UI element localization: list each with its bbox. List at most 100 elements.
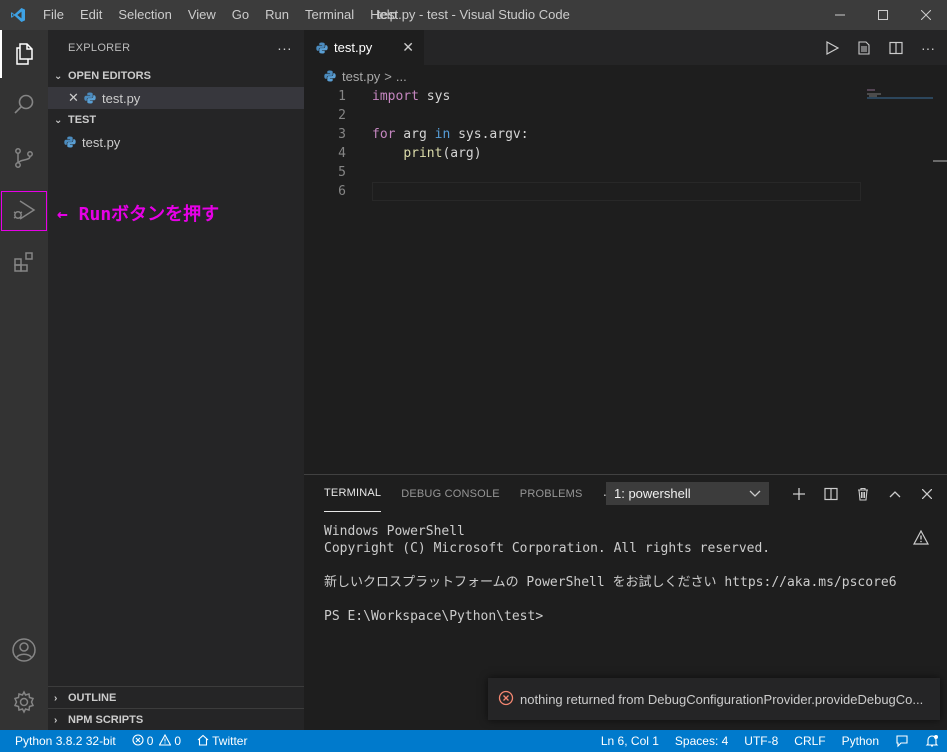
line-number: 5 (338, 165, 346, 180)
run-python-file-icon[interactable] (823, 40, 841, 55)
error-notification[interactable]: nothing returned from DebugConfiguration… (488, 678, 940, 720)
run-button-highlight (1, 191, 47, 231)
trash-icon[interactable] (855, 487, 871, 501)
breadcrumb: test.py > ... (304, 65, 947, 87)
close-panel-icon[interactable] (919, 488, 935, 499)
terminal-output[interactable]: Windows PowerShell Copyright (C) Microsof… (324, 523, 897, 625)
chevron-down-icon (749, 486, 761, 501)
file-tree-item[interactable]: test.py (48, 131, 304, 153)
code-line[interactable]: 1 import sys (304, 87, 864, 106)
explorer-icon[interactable] (0, 30, 48, 78)
feedback-icon[interactable] (887, 734, 917, 748)
split-editor-icon[interactable] (887, 41, 905, 55)
breadcrumb-file[interactable]: test.py (342, 69, 380, 84)
close-icon[interactable]: ✕ (68, 90, 84, 106)
terminal-select[interactable]: 1: powershell (606, 482, 769, 505)
warning-triangle-icon (158, 733, 172, 749)
menu-terminal[interactable]: Terminal (297, 0, 362, 30)
menu-run[interactable]: Run (257, 0, 297, 30)
new-terminal-icon[interactable] (791, 487, 807, 501)
chevron-down-icon: ⌄ (54, 114, 63, 126)
explorer-sidebar: EXPLORER ··· ⌄ OPEN EDITORS ✕ test.py ⌄ … (48, 30, 304, 730)
encoding[interactable]: UTF-8 (736, 734, 786, 748)
code-line[interactable]: 2 (304, 106, 864, 125)
menu-view[interactable]: View (180, 0, 224, 30)
extensions-icon[interactable] (0, 238, 48, 286)
folder-test-section[interactable]: ⌄ TEST (48, 109, 304, 131)
npm-scripts-section[interactable]: › NPM SCRIPTS (48, 708, 304, 731)
tab-terminal[interactable]: TERMINAL (324, 475, 382, 512)
minimap[interactable] (867, 87, 933, 101)
chevron-right-icon: › (54, 692, 58, 704)
problems-status[interactable]: 0 0 (124, 733, 189, 749)
code-line[interactable]: 6 (304, 182, 864, 201)
error-icon (498, 690, 514, 709)
line-number: 1 (338, 89, 346, 104)
menu-help[interactable]: Help (362, 0, 405, 30)
editor-more-icon[interactable]: ··· (919, 40, 937, 56)
code-token: (arg) (442, 146, 482, 161)
line-content: for arg in sys.argv: (346, 125, 529, 144)
sidebar-title: EXPLORER (68, 41, 131, 54)
source-control-icon[interactable] (0, 134, 48, 182)
search-icon[interactable] (0, 80, 48, 128)
code-editor[interactable]: 1 import sys 2 3 for arg in sys.argv: 4 print… (304, 87, 864, 201)
error-circle-icon (132, 733, 144, 749)
account-icon[interactable] (0, 626, 48, 674)
line-number: 4 (338, 146, 346, 161)
minimize-button[interactable] (818, 0, 861, 30)
file-tree-filename: test.py (82, 134, 121, 150)
line-number: 2 (338, 108, 346, 123)
notifications-bell-icon[interactable] (917, 734, 947, 748)
code-token: sys (418, 89, 451, 104)
npm-scripts-label: NPM SCRIPTS (68, 714, 144, 726)
python-file-icon (64, 136, 76, 148)
code-line[interactable]: 5 (304, 163, 864, 182)
tab-close-icon[interactable]: ✕ (402, 39, 414, 56)
python-file-icon (316, 42, 328, 54)
outline-section[interactable]: › OUTLINE (48, 686, 304, 709)
open-editors-label: OPEN EDITORS (68, 70, 151, 82)
python-file-icon (324, 70, 336, 82)
twitter-item[interactable]: Twitter (189, 734, 255, 749)
open-editor-item[interactable]: ✕ test.py (48, 87, 304, 109)
notification-message: nothing returned from DebugConfiguration… (520, 691, 924, 707)
menu-file[interactable]: File (35, 0, 72, 30)
code-line[interactable]: 4 print(arg) (304, 144, 864, 163)
split-terminal-icon[interactable] (823, 487, 839, 501)
maximize-panel-icon[interactable] (887, 490, 903, 498)
tab-problems[interactable]: PROBLEMS (520, 475, 583, 512)
indentation[interactable]: Spaces: 4 (667, 734, 736, 748)
tab-debug-console[interactable]: DEBUG CONSOLE (401, 475, 500, 512)
language-mode[interactable]: Python (834, 734, 887, 748)
menu-edit[interactable]: Edit (72, 0, 110, 30)
close-window-button[interactable] (904, 0, 947, 30)
python-interpreter[interactable]: Python 3.8.2 32-bit (0, 734, 124, 748)
end-of-line[interactable]: CRLF (786, 734, 833, 748)
code-token: import (372, 89, 419, 104)
tab-test-py[interactable]: test.py ✕ (304, 30, 424, 65)
code-token: print (403, 146, 443, 161)
chevron-down-icon: ⌄ (54, 70, 63, 82)
terminal-line: Copyright (C) Microsoft Corporation. All… (324, 541, 771, 556)
activity-bar (0, 30, 48, 730)
warning-icon[interactable] (912, 529, 930, 548)
menu-selection[interactable]: Selection (110, 0, 179, 30)
manage-gear-icon[interactable] (0, 678, 48, 726)
maximize-button[interactable] (861, 0, 904, 30)
code-line[interactable]: 3 for arg in sys.argv: (304, 125, 864, 144)
terminal-line: PS E:\Workspace\Python\test> (324, 609, 544, 624)
open-preview-icon[interactable] (855, 40, 873, 55)
folder-label: TEST (68, 114, 97, 126)
open-editors-section[interactable]: ⌄ OPEN EDITORS (48, 65, 304, 87)
cursor-position[interactable]: Ln 6, Col 1 (593, 734, 667, 748)
warning-count: 0 (174, 734, 182, 748)
menu-go[interactable]: Go (224, 0, 257, 30)
code-token: sys.argv: (450, 127, 529, 142)
more-actions-icon[interactable]: ··· (277, 40, 292, 56)
line-number: 3 (338, 127, 346, 142)
code-token: for (372, 127, 396, 142)
breadcrumb-symbols[interactable]: ... (396, 69, 407, 84)
